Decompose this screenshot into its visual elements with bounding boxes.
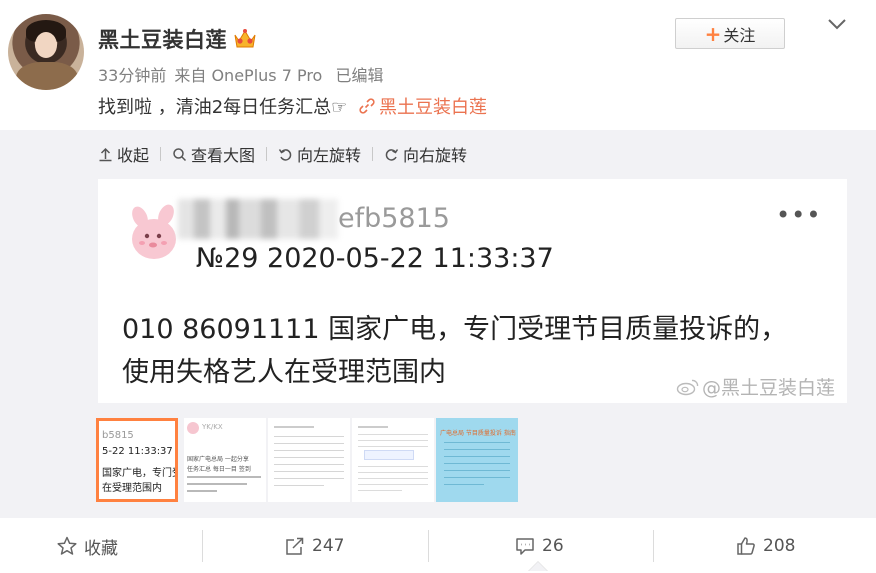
action-bar: 收藏 247 26 208 bbox=[0, 518, 876, 573]
share-icon bbox=[286, 537, 304, 555]
media-panel: 收起 查看大图 向左旋转 向右旋转 efb5815 ••• №29 2020-0… bbox=[0, 130, 876, 518]
post-time[interactable]: 33分钟前 bbox=[98, 66, 166, 85]
image-toolbar: 收起 查看大图 向左旋转 向右旋转 bbox=[98, 142, 467, 166]
clefairy-sticker-icon bbox=[132, 204, 176, 259]
edited-label[interactable]: 已编辑 bbox=[335, 66, 383, 85]
rotate-left-icon bbox=[278, 148, 292, 161]
thumbnail-strip: b5815 5-22 11:33:37 国家广电，专门受理节 在受理范围内 YK… bbox=[96, 418, 518, 502]
post-source: 来自 OnePlus 7 Pro bbox=[174, 66, 323, 85]
magnifier-icon bbox=[173, 147, 187, 161]
comment-button[interactable]: 26 bbox=[514, 532, 564, 560]
weibo-post-card: 黑土豆装白莲 33分钟前 来自 OnePlus 7 Pro 已编辑 + 关注 找到… bbox=[0, 0, 876, 573]
image-text-line-1: 010 86091111 国家广电，专门受理节目质量投诉的， bbox=[122, 314, 788, 345]
image-text-line-2: 使用失格艺人在受理范围内 bbox=[122, 357, 446, 388]
comment-icon bbox=[516, 538, 534, 555]
author-link[interactable]: 黑土豆装白莲 bbox=[359, 97, 487, 118]
toolbar-divider bbox=[160, 147, 162, 161]
user-name[interactable]: 黑土豆装白莲 bbox=[98, 24, 227, 54]
post-text: 找到啦 ，清油2每日任务汇总☞ 黑土豆装白莲 bbox=[98, 93, 487, 119]
comment-pointer-fill bbox=[529, 562, 547, 571]
author-link-text: 黑土豆装白莲 bbox=[379, 97, 488, 118]
thumbnail-3[interactable] bbox=[268, 418, 350, 502]
collapse-icon bbox=[99, 147, 112, 161]
action-divider bbox=[428, 530, 429, 562]
follow-label: 关注 bbox=[723, 25, 756, 45]
chevron-down-icon[interactable] bbox=[826, 16, 848, 32]
plus-icon: + bbox=[704, 21, 722, 46]
rotate-left-button[interactable]: 向左旋转 bbox=[278, 142, 361, 166]
rotate-right-button[interactable]: 向右旋转 bbox=[384, 142, 467, 166]
thumbs-up-icon bbox=[737, 537, 755, 555]
post-body: 找到啦 ，清油2每日任务汇总☞ bbox=[98, 97, 348, 118]
user-avatar[interactable] bbox=[8, 14, 84, 90]
image-watermark: @黑土豆装白莲 bbox=[676, 373, 835, 400]
vip-crown-icon[interactable] bbox=[232, 27, 258, 49]
link-icon bbox=[359, 98, 375, 114]
toolbar-divider bbox=[372, 147, 374, 161]
follow-button[interactable]: + 关注 bbox=[675, 18, 785, 49]
star-icon bbox=[57, 536, 77, 555]
weibo-logo-icon bbox=[676, 379, 699, 395]
rotate-right-icon bbox=[385, 148, 399, 161]
thumbnail-5[interactable]: 广电总局 节目质量投诉 指南 bbox=[436, 418, 518, 502]
view-large-button[interactable]: 查看大图 bbox=[172, 142, 255, 166]
repost-button[interactable]: 247 bbox=[284, 532, 344, 560]
collapse-button[interactable]: 收起 bbox=[98, 142, 149, 166]
toolbar-divider bbox=[266, 147, 268, 161]
thumbnail-1[interactable]: b5815 5-22 11:33:37 国家广电，专门受理节 在受理范围内 bbox=[96, 418, 178, 502]
favorite-button[interactable]: 收藏 bbox=[56, 532, 118, 560]
action-divider bbox=[653, 530, 654, 562]
thumbnail-4[interactable] bbox=[352, 418, 434, 502]
post-meta: 33分钟前 来自 OnePlus 7 Pro 已编辑 bbox=[98, 62, 391, 86]
more-options-icon: ••• bbox=[776, 201, 822, 229]
like-button[interactable]: 208 bbox=[735, 532, 795, 560]
image-user-id: efb5815 bbox=[338, 203, 450, 234]
blurred-username bbox=[178, 199, 338, 239]
action-divider bbox=[202, 530, 203, 562]
image-number-time: №29 2020-05-22 11:33:37 bbox=[196, 243, 554, 274]
thumbnail-2[interactable]: YK/KX 国家广电总局 一起分享 任务汇总 每日一目 签到 bbox=[184, 418, 266, 502]
large-image[interactable]: efb5815 ••• №29 2020-05-22 11:33:37 010 … bbox=[98, 179, 847, 403]
